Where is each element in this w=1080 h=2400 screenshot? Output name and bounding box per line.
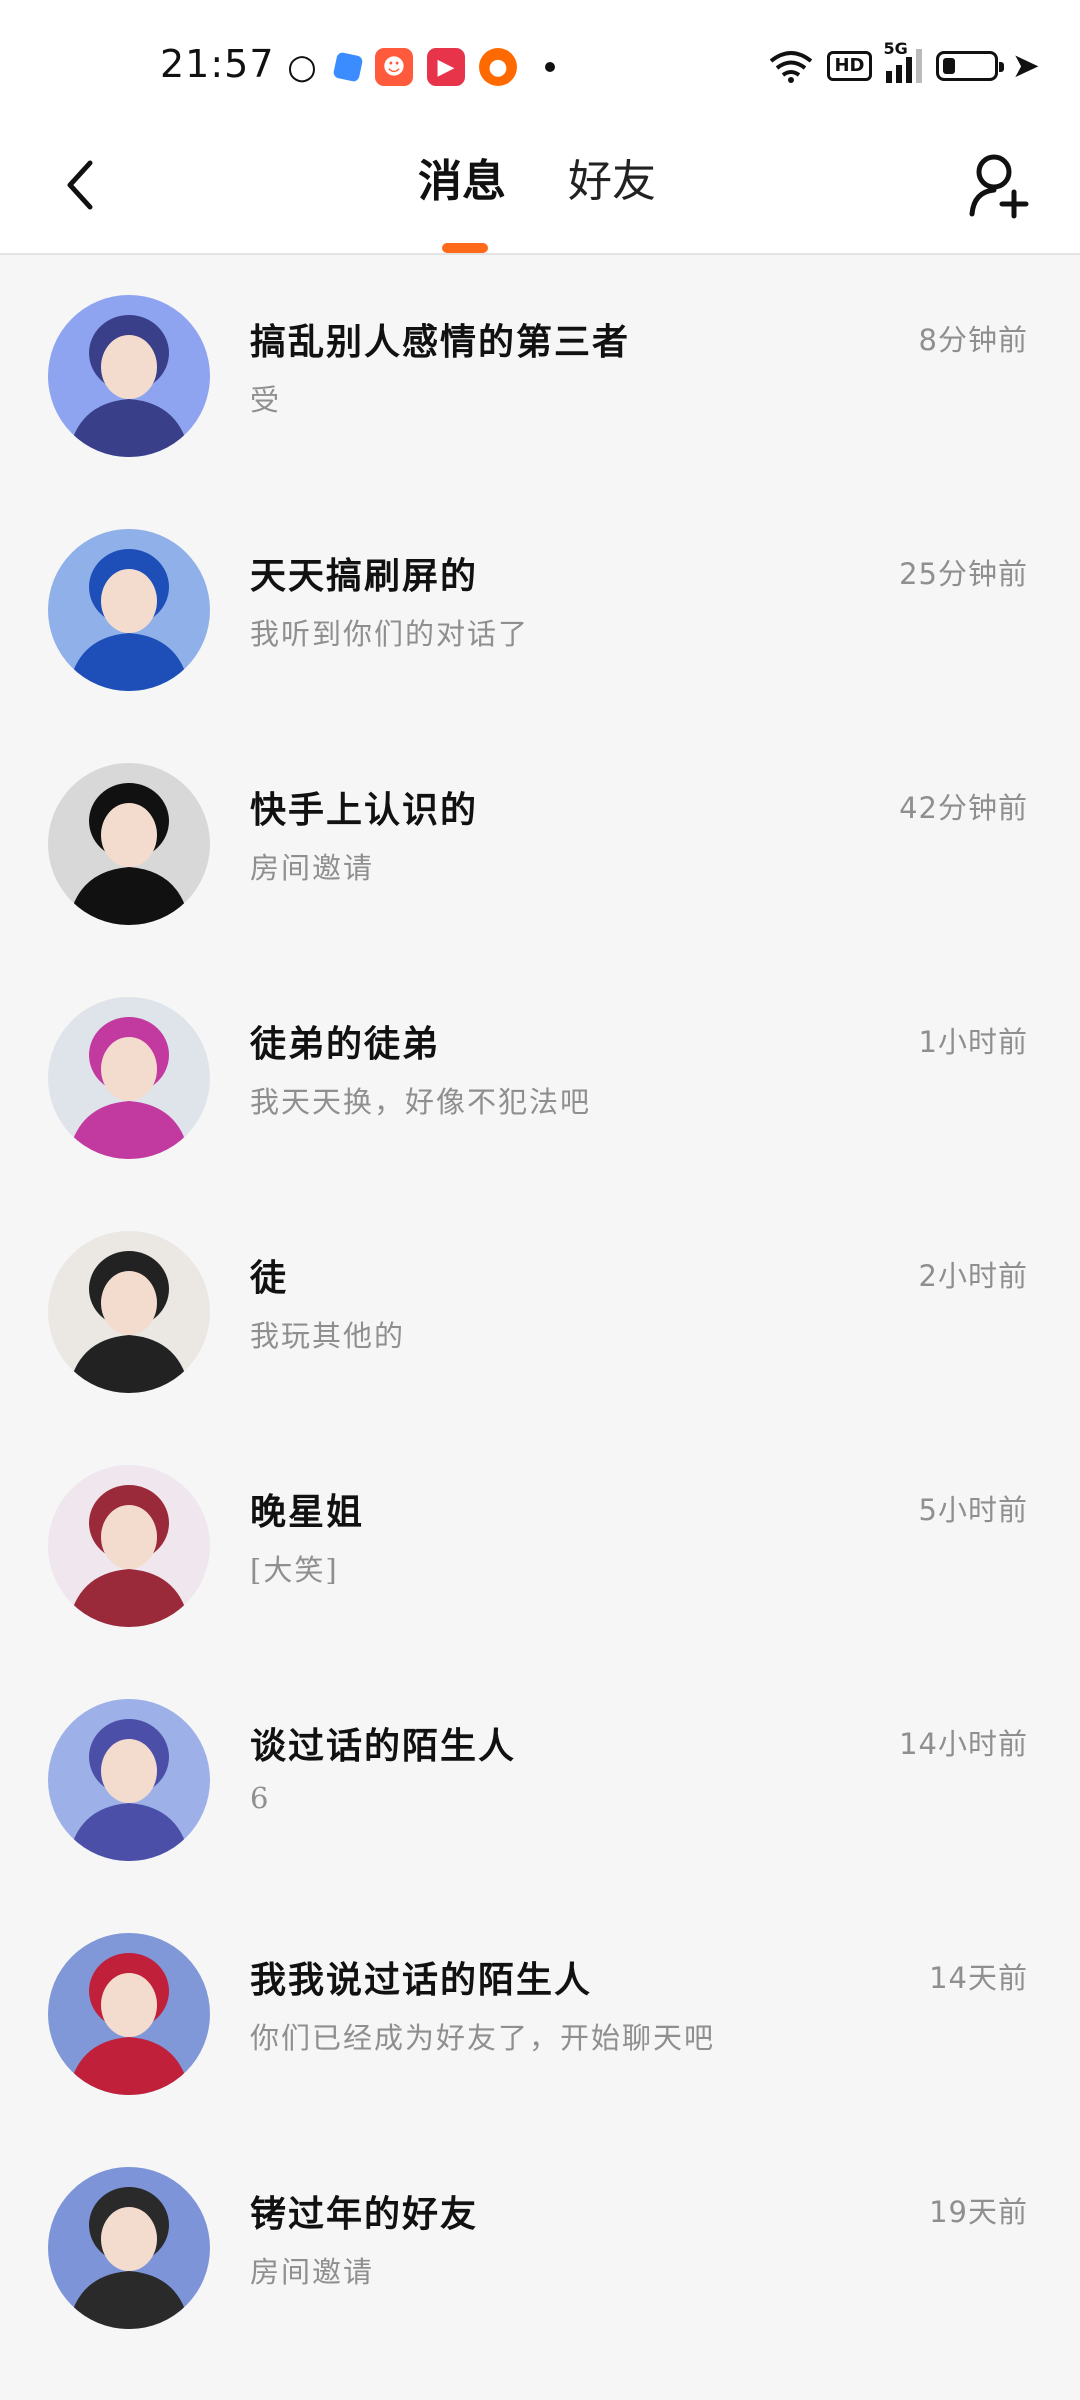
avatar-image: [48, 1699, 210, 1861]
conversation-item[interactable]: 徒 我玩其他的 2小时前: [0, 1199, 1080, 1433]
conversation-item[interactable]: 徒弟的徒弟 我天天换，好像不犯法吧 1小时前: [0, 965, 1080, 1199]
avatar-image: [48, 1933, 210, 2095]
message-preview: 我听到你们的对话了: [250, 617, 530, 651]
back-button[interactable]: [50, 150, 110, 220]
message-time: 5小时前: [918, 1493, 1028, 1527]
avatar[interactable]: [48, 295, 210, 457]
wifi-icon: [770, 51, 813, 83]
status-time: 21:57: [160, 42, 275, 86]
message-preview: 房间邀请: [250, 851, 375, 885]
conversation-item[interactable]: 快手上认识的 房间邀请 42分钟前: [0, 731, 1080, 965]
avatar[interactable]: [48, 529, 210, 691]
message-time: 1小时前: [918, 1025, 1028, 1059]
avatar-image: [48, 529, 210, 691]
active-tab-indicator: [442, 243, 488, 253]
avatar[interactable]: [48, 2167, 210, 2329]
avatar[interactable]: [48, 763, 210, 925]
avatar[interactable]: [48, 1465, 210, 1627]
avatar-image: [48, 763, 210, 925]
avatar-image: [48, 1231, 210, 1393]
status-bar: 21:57 ○ ☻ ▶ ● HD 5G ➤: [0, 0, 1080, 130]
message-time: 19天前: [929, 2195, 1028, 2229]
contact-name: 搞乱别人感情的第三者: [250, 321, 631, 363]
tab-friends[interactable]: 好友: [568, 150, 656, 214]
message-preview: 我天天换，好像不犯法吧: [250, 1085, 592, 1119]
add-user-icon: [969, 154, 1029, 219]
chevron-left-icon: [67, 160, 93, 210]
blue-app-icon: [332, 51, 364, 83]
video-app-icon: ▶: [427, 48, 465, 86]
wechat-icon: ○: [287, 47, 317, 87]
conversation-list: 搞乱别人感情的第三者 受 8分钟前 天天搞刷屏的 我听到你们的对话了 25分钟前…: [0, 263, 1080, 2369]
charging-icon: ➤: [1011, 46, 1041, 86]
message-time: 14天前: [929, 1961, 1028, 1995]
message-preview: 我玩其他的: [250, 1319, 406, 1353]
orange-app-icon: ●: [479, 48, 517, 86]
conversation-item[interactable]: 铐过年的好友 房间邀请 19天前: [0, 2135, 1080, 2369]
contact-name: 谈过话的陌生人: [250, 1725, 517, 1767]
signal-icon: 5G: [884, 39, 922, 83]
hd-icon: HD: [827, 51, 872, 81]
message-time: 2小时前: [918, 1259, 1028, 1293]
avatar[interactable]: [48, 1699, 210, 1861]
status-right: HD 5G ➤: [769, 39, 1041, 86]
avatar[interactable]: [48, 1933, 210, 2095]
contact-name: 徒: [250, 1257, 289, 1299]
network-label: 5G: [883, 39, 908, 58]
message-time: 42分钟前: [899, 791, 1028, 825]
message-time: 14小时前: [899, 1727, 1028, 1761]
message-time: 25分钟前: [899, 557, 1028, 591]
contact-name: 晚星姐: [250, 1491, 365, 1533]
message-time: 8分钟前: [918, 323, 1028, 357]
contact-name: 铐过年的好友: [250, 2193, 479, 2235]
avatar-image: [48, 295, 210, 457]
add-friend-button[interactable]: [960, 146, 1040, 226]
message-preview: 你们已经成为好友了，开始聊天吧: [250, 2021, 716, 2055]
contact-name: 徒弟的徒弟: [250, 1023, 441, 1065]
conversation-item[interactable]: 天天搞刷屏的 我听到你们的对话了 25分钟前: [0, 497, 1080, 731]
kuaishou-icon: ☻: [375, 48, 413, 86]
avatar-image: [48, 997, 210, 1159]
conversation-item[interactable]: 我我说过话的陌生人 你们已经成为好友了，开始聊天吧 14天前: [0, 1901, 1080, 2135]
tab-messages[interactable]: 消息: [418, 150, 506, 214]
contact-name: 天天搞刷屏的: [250, 555, 479, 597]
avatar[interactable]: [48, 997, 210, 1159]
message-preview: [大笑]: [250, 1553, 339, 1587]
contact-name: 快手上认识的: [250, 789, 479, 831]
message-preview: 房间邀请: [250, 2255, 375, 2289]
avatar[interactable]: [48, 1231, 210, 1393]
contact-name: 我我说过话的陌生人: [250, 1959, 593, 2001]
message-preview: 6: [250, 1781, 271, 1815]
conversation-item[interactable]: 搞乱别人感情的第三者 受 8分钟前: [0, 263, 1080, 497]
top-nav: 消息 好友: [0, 130, 1080, 255]
avatar-image: [48, 1465, 210, 1627]
notification-dot-icon: [545, 62, 555, 72]
conversation-item[interactable]: 晚星姐 [大笑] 5小时前: [0, 1433, 1080, 1667]
avatar-image: [48, 2167, 210, 2329]
message-preview: 受: [250, 383, 282, 417]
battery-icon: [935, 51, 1004, 81]
status-app-icons: ○ ☻ ▶ ●: [283, 47, 555, 87]
conversation-item[interactable]: 谈过话的陌生人 6 14小时前: [0, 1667, 1080, 1901]
